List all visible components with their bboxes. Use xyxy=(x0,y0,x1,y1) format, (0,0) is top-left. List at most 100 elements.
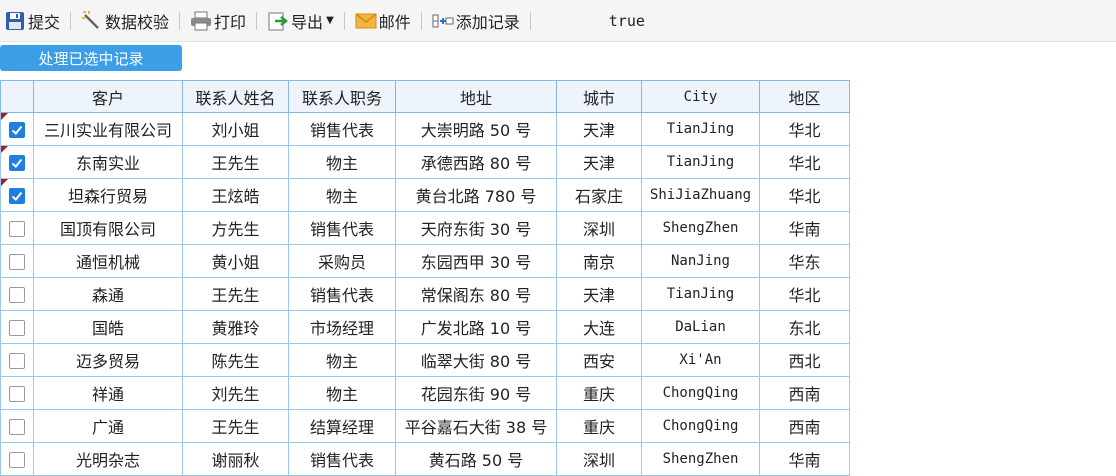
cell-contact-title[interactable]: 物主 xyxy=(288,343,396,377)
cell-contact-title[interactable]: 物主 xyxy=(288,178,396,212)
cell-region[interactable]: 华北 xyxy=(759,178,850,212)
mail-button[interactable]: 邮件 xyxy=(353,6,413,36)
cell-contact-title[interactable]: 市场经理 xyxy=(288,310,396,344)
cell-customer[interactable]: 坦森行贸易 xyxy=(33,178,183,212)
cell-customer[interactable]: 森通 xyxy=(33,277,183,311)
cell-city[interactable]: 天津 xyxy=(556,277,642,311)
cell-contact-name[interactable]: 王炫皓 xyxy=(182,178,289,212)
row-checkbox[interactable] xyxy=(9,320,25,336)
cell-city[interactable]: 深圳 xyxy=(556,442,642,476)
cell-address[interactable]: 平谷嘉石大街 38 号 xyxy=(395,409,557,443)
cell-city-en[interactable]: ChongQing xyxy=(641,409,760,443)
column-header[interactable]: 联系人姓名 xyxy=(182,80,289,113)
cell-city-en[interactable]: Xi'An xyxy=(641,343,760,377)
add-record-button[interactable]: 添加记录 xyxy=(430,6,522,36)
cell-city[interactable]: 天津 xyxy=(556,112,642,146)
cell-address[interactable]: 承德西路 80 号 xyxy=(395,145,557,179)
table-row[interactable]: 森通 王先生 销售代表 常保阁东 80 号天津 TianJing 华北 xyxy=(0,277,850,311)
cell-region[interactable]: 华北 xyxy=(759,112,850,146)
cell-customer[interactable]: 三川实业有限公司 xyxy=(33,112,183,146)
cell-address[interactable]: 天府东街 30 号 xyxy=(395,211,557,245)
cell-address[interactable]: 临翠大街 80 号 xyxy=(395,343,557,377)
table-row[interactable]: 祥通 刘先生 物主 花园东街 90 号重庆 ChongQing 西南 xyxy=(0,376,850,410)
cell-customer[interactable]: 国皓 xyxy=(33,310,183,344)
cell-city[interactable]: 深圳 xyxy=(556,211,642,245)
cell-city[interactable]: 南京 xyxy=(556,244,642,278)
cell-address[interactable]: 常保阁东 80 号 xyxy=(395,277,557,311)
cell-address[interactable]: 花园东街 90 号 xyxy=(395,376,557,410)
cell-customer[interactable]: 光明杂志 xyxy=(33,442,183,476)
cell-city-en[interactable]: NanJing xyxy=(641,244,760,278)
cell-address[interactable]: 广发北路 10 号 xyxy=(395,310,557,344)
cell-address[interactable]: 黄石路 50 号 xyxy=(395,442,557,476)
table-row[interactable]: 迈多贸易 陈先生 物主 临翠大街 80 号西安 Xi'An 西北 xyxy=(0,343,850,377)
column-header[interactable]: 城市 xyxy=(556,80,642,113)
table-row[interactable]: 广通 王先生 结算经理 平谷嘉石大街 38 号重庆 ChongQing 西南 xyxy=(0,409,850,443)
cell-customer[interactable]: 迈多贸易 xyxy=(33,343,183,377)
cell-region[interactable]: 华南 xyxy=(759,211,850,245)
cell-city[interactable]: 重庆 xyxy=(556,376,642,410)
row-checkbox[interactable] xyxy=(9,452,25,468)
cell-city[interactable]: 重庆 xyxy=(556,409,642,443)
cell-address[interactable]: 黄台北路 780 号 xyxy=(395,178,557,212)
cell-city-en[interactable]: TianJing xyxy=(641,112,760,146)
cell-city-en[interactable]: ChongQing xyxy=(641,376,760,410)
column-header[interactable]: 联系人职务 xyxy=(288,80,396,113)
row-checkbox[interactable] xyxy=(9,122,25,138)
table-row[interactable]: 光明杂志 谢丽秋 销售代表 黄石路 50 号深圳 ShengZhen 华南 xyxy=(0,442,850,476)
table-row[interactable]: 通恒机械 黄小姐 采购员 东园西甲 30 号南京 NanJing 华东 xyxy=(0,244,850,278)
row-checkbox[interactable] xyxy=(9,254,25,270)
cell-customer[interactable]: 广通 xyxy=(33,409,183,443)
cell-contact-name[interactable]: 王先生 xyxy=(182,409,289,443)
cell-contact-name[interactable]: 谢丽秋 xyxy=(182,442,289,476)
cell-city-en[interactable]: ShiJiaZhuang xyxy=(641,178,760,212)
submit-button[interactable]: 提交 xyxy=(2,6,62,36)
export-button[interactable]: 导出 ▼ xyxy=(265,6,336,36)
column-header[interactable]: 地区 xyxy=(759,80,850,113)
cell-region[interactable]: 华北 xyxy=(759,277,850,311)
cell-contact-name[interactable]: 刘先生 xyxy=(182,376,289,410)
cell-customer[interactable]: 国顶有限公司 xyxy=(33,211,183,245)
cell-city-en[interactable]: TianJing xyxy=(641,145,760,179)
cell-region[interactable]: 西南 xyxy=(759,409,850,443)
cell-city[interactable]: 大连 xyxy=(556,310,642,344)
cell-contact-title[interactable]: 结算经理 xyxy=(288,409,396,443)
cell-contact-title[interactable]: 物主 xyxy=(288,376,396,410)
cell-city[interactable]: 天津 xyxy=(556,145,642,179)
cell-contact-name[interactable]: 方先生 xyxy=(182,211,289,245)
cell-region[interactable]: 西北 xyxy=(759,343,850,377)
cell-customer[interactable]: 祥通 xyxy=(33,376,183,410)
cell-contact-title[interactable]: 采购员 xyxy=(288,244,396,278)
cell-contact-name[interactable]: 刘小姐 xyxy=(182,112,289,146)
table-row[interactable]: 三川实业有限公司 刘小姐 销售代表 大崇明路 50 号天津 TianJing 华北 xyxy=(0,112,850,146)
cell-address[interactable]: 大崇明路 50 号 xyxy=(395,112,557,146)
cell-region[interactable]: 华东 xyxy=(759,244,850,278)
cell-region[interactable]: 华南 xyxy=(759,442,850,476)
cell-city[interactable]: 石家庄 xyxy=(556,178,642,212)
cell-contact-title[interactable]: 销售代表 xyxy=(288,277,396,311)
cell-contact-name[interactable]: 黄小姐 xyxy=(182,244,289,278)
cell-region[interactable]: 华北 xyxy=(759,145,850,179)
cell-city[interactable]: 西安 xyxy=(556,343,642,377)
cell-city-en[interactable]: TianJing xyxy=(641,277,760,311)
table-row[interactable]: 国顶有限公司 方先生 销售代表 天府东街 30 号深圳 ShengZhen 华南 xyxy=(0,211,850,245)
row-checkbox[interactable] xyxy=(9,353,25,369)
row-checkbox[interactable] xyxy=(9,155,25,171)
row-checkbox[interactable] xyxy=(9,386,25,402)
cell-address[interactable]: 东园西甲 30 号 xyxy=(395,244,557,278)
cell-city-en[interactable]: ShengZhen xyxy=(641,442,760,476)
cell-contact-name[interactable]: 王先生 xyxy=(182,277,289,311)
column-header[interactable]: City xyxy=(641,80,760,113)
print-button[interactable]: 打印 xyxy=(188,6,248,36)
cell-city-en[interactable]: DaLian xyxy=(641,310,760,344)
cell-contact-title[interactable]: 销售代表 xyxy=(288,442,396,476)
cell-region[interactable]: 东北 xyxy=(759,310,850,344)
column-header[interactable]: 地址 xyxy=(395,80,557,113)
row-checkbox[interactable] xyxy=(9,287,25,303)
cell-contact-title[interactable]: 销售代表 xyxy=(288,211,396,245)
row-checkbox[interactable] xyxy=(9,419,25,435)
cell-city-en[interactable]: ShengZhen xyxy=(641,211,760,245)
validate-button[interactable]: 数据校验 xyxy=(79,6,171,36)
column-header[interactable]: 客户 xyxy=(33,80,183,113)
table-row[interactable]: 坦森行贸易 王炫皓 物主 黄台北路 780 号石家庄 ShiJiaZhuang 华北 xyxy=(0,178,850,212)
